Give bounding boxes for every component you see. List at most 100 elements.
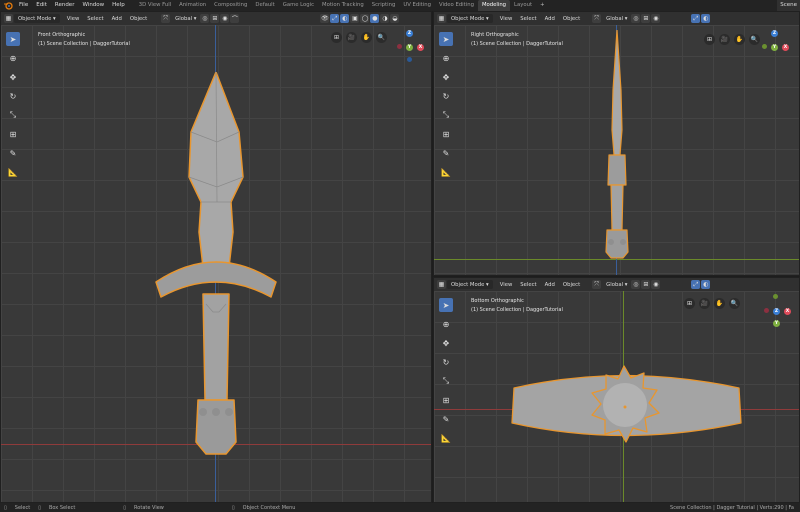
mode-dropdown[interactable]: Object Mode ▾	[14, 14, 60, 23]
tab-animation[interactable]: Animation	[175, 0, 210, 11]
transform-tool-icon[interactable]: ⊞	[439, 127, 453, 141]
gizmo-z[interactable]: Z	[406, 30, 413, 37]
grid-view-icon[interactable]: ⊞	[331, 32, 342, 43]
tab-motion-tracking[interactable]: Motion Tracking	[318, 0, 368, 11]
gizmo-z[interactable]: Z	[771, 30, 778, 37]
gizmo-neg-y[interactable]	[762, 44, 767, 49]
gizmo-z[interactable]: Z	[773, 308, 780, 315]
menu-window[interactable]: Window	[78, 0, 108, 11]
transform-dropdown[interactable]: Global ▾	[171, 14, 200, 23]
overlay-toggle-icon[interactable]: ◐	[701, 14, 711, 23]
gizmo-neg-y[interactable]	[773, 294, 778, 299]
dagger-front-view[interactable]	[151, 72, 281, 457]
gizmo-y[interactable]: Y	[773, 320, 780, 327]
scale-tool-icon[interactable]: ⤡	[6, 108, 20, 122]
cursor-tool-icon[interactable]: ⊕	[6, 51, 20, 65]
falloff-icon[interactable]: ⌒	[230, 14, 240, 23]
gizmo-neg-x[interactable]	[397, 44, 402, 49]
pivot-icon[interactable]: ◎	[631, 280, 641, 289]
xray-icon[interactable]: ▣	[350, 14, 360, 23]
menu-add[interactable]: Add	[541, 280, 559, 289]
tab-scripting[interactable]: Scripting	[368, 0, 400, 11]
menu-view[interactable]: View	[63, 14, 84, 23]
tab-3d-view-full[interactable]: 3D View Full	[135, 0, 175, 11]
menu-file[interactable]: File	[15, 0, 32, 11]
menu-select[interactable]: Select	[516, 14, 540, 23]
grid-view-icon[interactable]: ⊞	[684, 298, 695, 309]
editor-type-icon[interactable]: ▦	[437, 280, 446, 289]
add-workspace-button[interactable]: +	[536, 0, 548, 11]
navigation-gizmo[interactable]: Z Y X	[762, 30, 789, 66]
gizmo-y[interactable]: Y	[771, 44, 778, 51]
proportional-edit-icon[interactable]: ◉	[220, 14, 230, 23]
select-tool-icon[interactable]: ➤	[6, 32, 20, 46]
proportional-edit-icon[interactable]: ◉	[651, 14, 661, 23]
overlay-toggle-icon[interactable]: ◐	[701, 280, 711, 289]
gizmo-y[interactable]: Y	[406, 44, 413, 51]
editor-type-icon[interactable]: ▦	[437, 14, 446, 23]
mode-dropdown[interactable]: Object Mode ▾	[447, 280, 493, 289]
scale-tool-icon[interactable]: ⤡	[439, 108, 453, 122]
gizmo-toggle-icon[interactable]: ⤢	[691, 14, 701, 23]
rotate-tool-icon[interactable]: ↻	[439, 355, 453, 369]
navigation-gizmo[interactable]: Z Y X	[397, 30, 424, 66]
tab-modeling[interactable]: Modeling	[477, 0, 511, 11]
scale-tool-icon[interactable]: ⤡	[439, 374, 453, 388]
overlay-toggle-icon[interactable]: ◐	[340, 14, 350, 23]
visibility-icon[interactable]: 👁	[320, 14, 330, 23]
transform-orientation-icon[interactable]: ⤧	[592, 14, 602, 23]
menu-object[interactable]: Object	[559, 14, 584, 23]
menu-select[interactable]: Select	[83, 14, 107, 23]
select-tool-icon[interactable]: ➤	[439, 32, 453, 46]
pan-hand-icon[interactable]: ✋	[734, 34, 745, 45]
annotate-tool-icon[interactable]: ✎	[439, 146, 453, 160]
navigation-gizmo[interactable]: Z X Y	[764, 294, 791, 330]
transform-tool-icon[interactable]: ⊞	[6, 127, 20, 141]
proportional-edit-icon[interactable]: ◉	[651, 280, 661, 289]
annotate-tool-icon[interactable]: ✎	[439, 412, 453, 426]
camera-icon[interactable]: 🎥	[699, 298, 710, 309]
pivot-icon[interactable]: ◎	[200, 14, 210, 23]
gizmo-neg-x[interactable]	[764, 308, 769, 313]
viewport-bottom[interactable]: ▦ Object Mode ▾ View Select Add Object ⤧…	[433, 277, 800, 503]
menu-select[interactable]: Select	[516, 280, 540, 289]
gizmo-x[interactable]: X	[417, 44, 424, 51]
shading-solid-icon[interactable]: ●	[370, 14, 380, 23]
gizmo-x[interactable]: X	[782, 44, 789, 51]
transform-tool-icon[interactable]: ⊞	[439, 393, 453, 407]
annotate-tool-icon[interactable]: ✎	[6, 146, 20, 160]
select-tool-icon[interactable]: ➤	[439, 298, 453, 312]
menu-add[interactable]: Add	[108, 14, 126, 23]
gizmo-neg-z[interactable]	[407, 57, 412, 62]
cursor-tool-icon[interactable]: ⊕	[439, 51, 453, 65]
tab-layout[interactable]: Layout	[510, 0, 536, 11]
menu-view[interactable]: View	[496, 14, 517, 23]
measure-tool-icon[interactable]: 📐	[439, 165, 453, 179]
tab-compositing[interactable]: Compositing	[210, 0, 251, 11]
menu-help[interactable]: Help	[108, 0, 129, 11]
tab-game-logic[interactable]: Game Logic	[279, 0, 318, 11]
menu-view[interactable]: View	[496, 280, 517, 289]
cursor-tool-icon[interactable]: ⊕	[439, 317, 453, 331]
move-tool-icon[interactable]: ✥	[439, 336, 453, 350]
menu-edit[interactable]: Edit	[32, 0, 51, 11]
editor-type-icon[interactable]: ▦	[4, 14, 13, 23]
viewport-right[interactable]: ▦ Object Mode ▾ View Select Add Object ⤧…	[433, 11, 800, 276]
zoom-icon[interactable]: 🔍	[749, 34, 760, 45]
grid-view-icon[interactable]: ⊞	[704, 34, 715, 45]
transform-dropdown[interactable]: Global ▾	[602, 280, 631, 289]
measure-tool-icon[interactable]: 📐	[6, 165, 20, 179]
tab-default[interactable]: Default	[251, 0, 278, 11]
snap-icon[interactable]: ⊞	[641, 280, 651, 289]
gizmo-toggle-icon[interactable]: ⤢	[691, 280, 701, 289]
viewport-front[interactable]: ▦ Object Mode ▾ View Select Add Object ⤧…	[0, 11, 432, 503]
transform-dropdown[interactable]: Global ▾	[602, 14, 631, 23]
scene-selector[interactable]: Scene	[777, 0, 800, 11]
shading-material-icon[interactable]: ◑	[380, 14, 390, 23]
shading-wire-icon[interactable]: ◯	[360, 14, 370, 23]
menu-render[interactable]: Render	[51, 0, 79, 11]
menu-add[interactable]: Add	[541, 14, 559, 23]
tab-uv-editing[interactable]: UV Editing	[399, 0, 435, 11]
zoom-icon[interactable]: 🔍	[376, 32, 387, 43]
gizmo-x[interactable]: X	[784, 308, 791, 315]
